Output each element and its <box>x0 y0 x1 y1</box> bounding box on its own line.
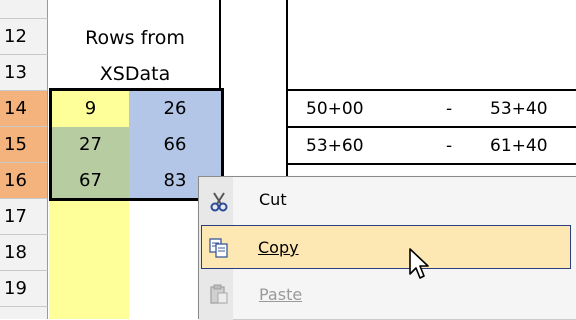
menu-item-copy-label: Copy <box>258 238 299 257</box>
row-header-16[interactable]: 16 <box>0 163 48 199</box>
station-dash-2: - <box>446 136 453 156</box>
menu-item-cut-label: Cut <box>259 190 287 209</box>
scissors-icon <box>208 190 230 212</box>
caption-line-1: Rows from <box>85 27 185 49</box>
row-number: 15 <box>4 134 27 155</box>
menu-item-paste-label: Paste <box>259 285 303 304</box>
cell-a16[interactable]: 67 <box>52 163 129 198</box>
row-number: 16 <box>4 170 27 191</box>
cell-a14[interactable]: 9 <box>52 91 129 127</box>
copy-icon <box>208 237 230 259</box>
row-header-14[interactable]: 14 <box>0 91 48 127</box>
menu-item-paste[interactable]: Paste <box>201 275 571 315</box>
caption-line-2: XSData <box>99 63 171 85</box>
station-to-2[interactable]: 61+40 <box>490 128 548 164</box>
station-to-1[interactable]: 53+40 <box>490 91 548 127</box>
cell-value: 26 <box>163 98 187 119</box>
cell-value: 66 <box>163 134 187 155</box>
row-header-13[interactable]: 13 <box>0 55 48 91</box>
station-dash-1: - <box>446 99 453 119</box>
row-number: 17 <box>4 206 27 227</box>
row-number: 13 <box>4 62 27 83</box>
station-from-2[interactable]: 53+60 <box>306 128 364 164</box>
row-number: 19 <box>4 278 27 299</box>
row-header-15[interactable]: 15 <box>0 127 48 163</box>
menu-item-cut[interactable]: Cut <box>201 180 571 220</box>
row-header-20-partial[interactable] <box>0 307 48 319</box>
cell-b14[interactable]: 26 <box>129 91 221 127</box>
cell-a15[interactable]: 27 <box>52 127 129 163</box>
cell-value: 27 <box>79 134 102 155</box>
menu-item-copy[interactable]: Copy <box>201 225 571 269</box>
row-number: 14 <box>4 98 27 119</box>
cell-b15[interactable]: 66 <box>129 127 221 163</box>
row-header-17[interactable]: 17 <box>0 199 48 235</box>
row-header-11-partial[interactable] <box>0 0 48 19</box>
cell-value: 67 <box>79 170 102 191</box>
station-from-1[interactable]: 50+00 <box>306 91 364 127</box>
row-number: 12 <box>4 26 27 47</box>
yellow-column[interactable] <box>49 199 129 319</box>
row-header-19[interactable]: 19 <box>0 271 48 307</box>
mouse-pointer-icon <box>408 247 434 283</box>
paste-icon <box>208 283 230 305</box>
row-header-18[interactable]: 18 <box>0 235 48 271</box>
row-number: 18 <box>4 242 27 263</box>
row-header-12[interactable]: 12 <box>0 19 48 55</box>
cell-value: 83 <box>163 170 187 191</box>
cell-value: 9 <box>84 98 97 119</box>
